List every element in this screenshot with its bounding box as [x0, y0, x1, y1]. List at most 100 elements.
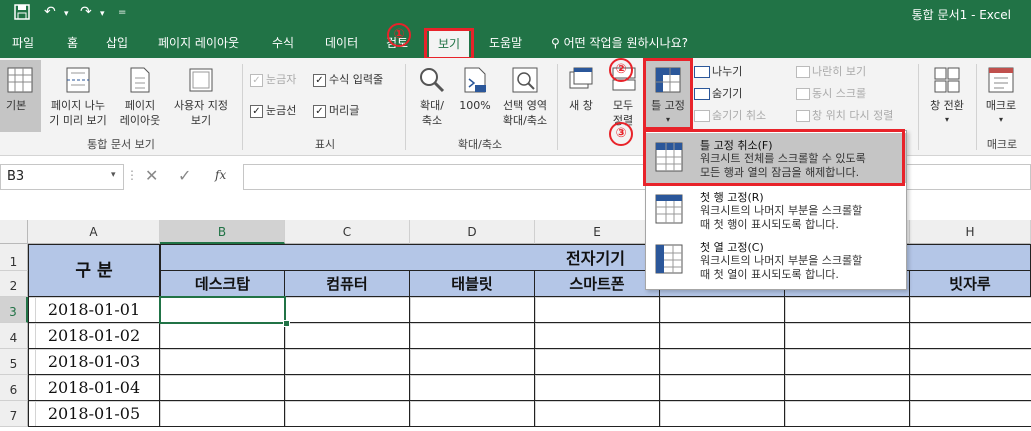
header-cell-computer[interactable]: 컴퓨터: [285, 271, 410, 297]
date-cell[interactable]: 2018-01-05: [28, 401, 160, 427]
zoom-to-selection-button[interactable]: 선택 영역 확대/축소: [496, 60, 554, 132]
header-cell-smartphone[interactable]: 스마트폰: [535, 271, 660, 297]
column-header-h[interactable]: H: [910, 220, 1031, 244]
gridlines-label: 눈금선: [266, 104, 297, 117]
freeze-top-row-title: 첫 행 고정(R): [700, 191, 764, 204]
zoom-button[interactable]: 확대/ 축소: [410, 60, 454, 132]
row-header-7[interactable]: 7: [0, 401, 28, 427]
formula-bar-checkbox[interactable]: ✓: [313, 74, 326, 87]
enter-icon[interactable]: ✓: [178, 166, 191, 185]
row-header-6[interactable]: 6: [0, 375, 28, 401]
headings-checkbox[interactable]: ✓: [313, 105, 326, 118]
custom-views-label-1: 사용자 지정: [173, 99, 229, 112]
gridlines-checkbox[interactable]: ✓: [250, 105, 263, 118]
macros-group-label: 매크로: [986, 138, 1018, 151]
header-cell-category[interactable]: 구 분: [28, 244, 160, 297]
column-header-a[interactable]: A: [28, 220, 160, 244]
normal-view-label: 기본: [6, 99, 27, 112]
date-cell[interactable]: 2018-01-04: [28, 375, 160, 401]
custom-views-label-2: 보기: [190, 114, 212, 127]
undo-icon[interactable]: ↶: [44, 4, 56, 20]
header-cell-tablet[interactable]: 태블릿: [410, 271, 535, 297]
selected-cell-b3[interactable]: [159, 296, 286, 324]
row-header-3[interactable]: 3: [0, 297, 28, 323]
data-cells[interactable]: [160, 297, 1031, 427]
date-cell[interactable]: 2018-01-02: [28, 323, 160, 349]
zoom-100-button[interactable]: 100%: [454, 60, 496, 132]
row-header-2[interactable]: 2: [0, 271, 28, 297]
cancel-icon[interactable]: ✕: [145, 166, 158, 185]
fill-handle[interactable]: [283, 320, 290, 327]
select-all-corner[interactable]: [0, 220, 28, 244]
page-break-preview-button[interactable]: 페이지 나누 기 미리 보기: [44, 60, 112, 132]
macros-label: 매크로: [985, 99, 1017, 112]
new-window-button[interactable]: 새 창: [560, 60, 602, 132]
customize-qat-icon[interactable]: =: [118, 7, 126, 18]
custom-views-button[interactable]: 사용자 지정 보기: [167, 60, 235, 132]
row-header-4[interactable]: 4: [0, 323, 28, 349]
tab-page-layout[interactable]: 페이지 레이아웃: [158, 28, 239, 58]
column-header-d[interactable]: D: [410, 220, 535, 244]
zoom-selection-label-1: 선택 영역: [503, 99, 547, 112]
menu-item-freeze-top-row[interactable]: 첫 행 고정(R) 워크시트의 나머지 부분을 스크롤할 때 첫 행이 표시되도…: [646, 185, 906, 235]
tab-data[interactable]: 데이터: [325, 28, 358, 58]
column-header-e[interactable]: E: [535, 220, 660, 244]
title-bar: ↶ ▾ ↷ ▾ = 통합 문서1 - Excel: [0, 0, 1031, 28]
step-3-marker: ③: [609, 122, 633, 146]
page-layout-view-button[interactable]: 페이지 레이아웃: [114, 60, 166, 132]
tab-formulas[interactable]: 수식: [272, 28, 294, 58]
normal-view-button[interactable]: 기본: [0, 60, 41, 132]
lightbulb-icon: ⚲: [551, 36, 560, 50]
step-1-marker: ①: [387, 23, 411, 47]
formula-bar-label: 수식 입력줄: [329, 73, 384, 86]
page-break-label-1: 페이지 나누: [50, 99, 106, 112]
insert-function-icon[interactable]: fx: [215, 168, 226, 182]
redo-dropdown-icon[interactable]: ▾: [100, 9, 105, 19]
freeze-first-column-desc-1: 워크시트의 나머지 부분을 스크롤할: [700, 254, 863, 267]
hide-icon: [694, 88, 710, 100]
headings-label: 머리글: [329, 104, 360, 117]
step-2-marker: ②: [609, 58, 633, 82]
tab-home[interactable]: 홈: [67, 28, 78, 58]
date-cell[interactable]: 2018-01-01: [28, 297, 160, 323]
tell-me-label: 어떤 작업을 원하시나요?: [563, 36, 689, 50]
ruler-checkbox[interactable]: ✓: [250, 74, 263, 87]
row-header-5[interactable]: 5: [0, 349, 28, 375]
switch-windows-button[interactable]: 창 전환 ▾: [922, 60, 972, 132]
column-header-b[interactable]: B: [160, 220, 285, 244]
header-cell-desktop[interactable]: 데스크탑: [160, 271, 285, 297]
switch-windows-label: 창 전환: [930, 99, 964, 112]
sync-scroll-button[interactable]: 동시 스크롤: [812, 86, 866, 101]
formula-input[interactable]: [243, 164, 1031, 190]
date-cell[interactable]: 2018-01-03: [28, 349, 160, 375]
row-header-1[interactable]: 1: [0, 244, 28, 271]
redo-icon[interactable]: ↷: [80, 4, 92, 20]
freeze-panes-highlight: [643, 58, 693, 130]
chevron-down-icon[interactable]: ▾: [111, 170, 116, 180]
tell-me-search[interactable]: ⚲ 어떤 작업을 원하시나요?: [551, 28, 688, 58]
tab-file[interactable]: 파일: [12, 28, 34, 58]
view-side-by-side-button[interactable]: 나란히 보기: [812, 64, 866, 79]
freeze-top-row-desc-2: 때 첫 행이 표시되도록 합니다.: [700, 218, 839, 231]
freeze-top-row-desc-1: 워크시트의 나머지 부분을 스크롤할: [700, 204, 863, 217]
chevron-down-icon: ▾: [998, 115, 1003, 124]
unhide-button[interactable]: 숨기기 취소: [712, 108, 766, 123]
split-button[interactable]: 나누기: [712, 64, 742, 79]
ribbon-separator: [242, 64, 243, 150]
column-header-c[interactable]: C: [285, 220, 410, 244]
tab-help[interactable]: 도움말: [489, 28, 522, 58]
hide-button[interactable]: 숨기기: [712, 86, 742, 101]
ribbon-separator: [557, 64, 558, 150]
show-group-label: 표시: [314, 138, 336, 151]
macros-button[interactable]: 매크로 ▾: [978, 60, 1024, 132]
undo-dropdown-icon[interactable]: ▾: [64, 9, 69, 19]
reset-window-position-button[interactable]: 창 위치 다시 정렬: [812, 108, 893, 123]
save-icon[interactable]: [14, 4, 30, 24]
name-box[interactable]: B3: [0, 164, 124, 190]
header-cell-broom[interactable]: 빗자루: [910, 271, 1031, 297]
ribbon-tabs: 파일 홈 삽입 페이지 레이아웃 수식 데이터 검토 보기 도움말 ⚲ 어떤 작…: [0, 28, 1031, 58]
menu-item-freeze-first-column[interactable]: 첫 열 고정(C) 워크시트의 나머지 부분을 스크롤할 때 첫 열이 표시되도…: [646, 235, 906, 285]
ribbon-separator: [918, 64, 919, 150]
magnifier-icon: [420, 68, 445, 93]
tab-insert[interactable]: 삽입: [106, 28, 128, 58]
